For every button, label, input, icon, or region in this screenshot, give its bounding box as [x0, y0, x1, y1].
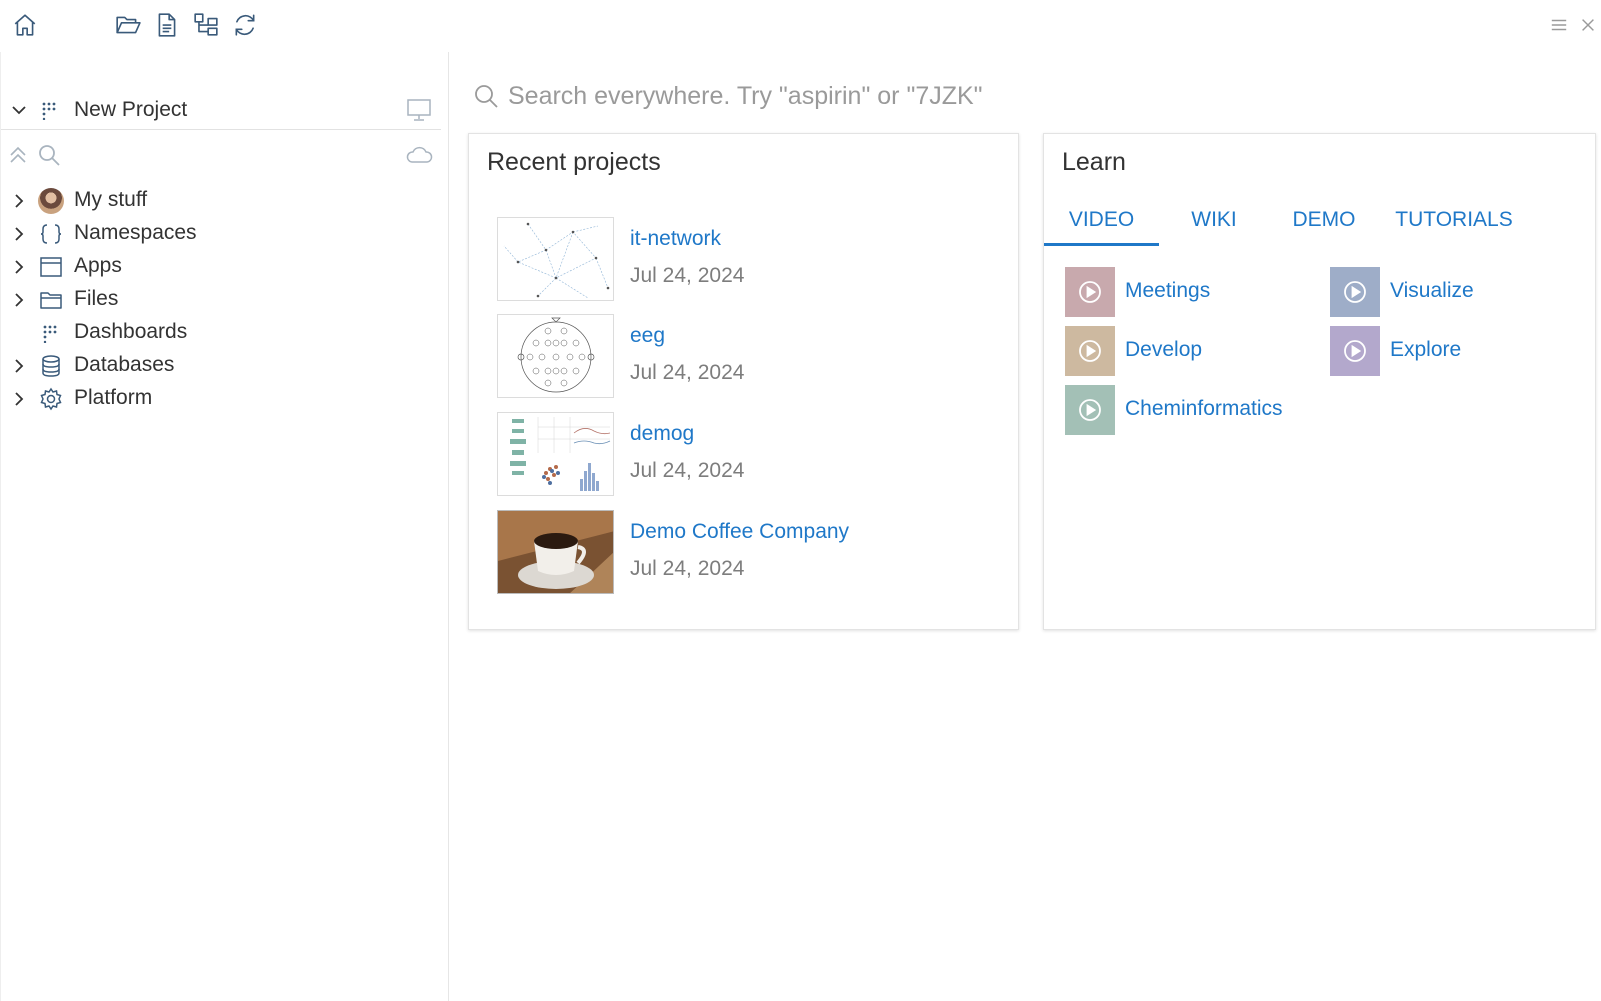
tree-item-databases[interactable]: Databases	[1, 349, 441, 382]
search-input[interactable]	[508, 78, 1168, 114]
video-label[interactable]: Develop	[1125, 338, 1202, 362]
tree-item-label: My stuff	[74, 188, 148, 211]
avatar	[38, 188, 64, 214]
open-folder-icon[interactable]	[113, 10, 143, 40]
chevron-right-icon[interactable]	[9, 257, 29, 277]
tree-structure-icon[interactable]	[191, 10, 221, 40]
video-link-develop[interactable]: Develop	[1065, 326, 1295, 376]
global-search	[472, 78, 1172, 114]
menu-icon[interactable]	[1548, 14, 1570, 36]
dashboard-grid-icon	[42, 102, 56, 120]
cloud-icon[interactable]	[405, 143, 433, 167]
video-label[interactable]: Visualize	[1390, 279, 1474, 303]
chevron-right-icon[interactable]	[9, 224, 29, 244]
tree-item-label: Apps	[74, 254, 122, 277]
chevron-right-icon[interactable]	[9, 356, 29, 376]
project-name-link[interactable]: demog	[630, 422, 694, 446]
learn-tabs: VIDEO WIKI DEMO TUTORIALS	[1044, 198, 1597, 246]
tree-item-label: Databases	[74, 353, 175, 376]
play-icon	[1065, 385, 1115, 435]
database-icon	[38, 353, 64, 379]
tab-wiki[interactable]: WIKI	[1179, 204, 1249, 246]
chevron-down-icon[interactable]	[9, 100, 29, 120]
tree-filter-row	[1, 140, 441, 170]
recent-project-item[interactable]: eeg Jul 24, 2024	[497, 314, 917, 400]
project-name-link[interactable]: eeg	[630, 324, 665, 348]
tab-video[interactable]: VIDEO	[1044, 204, 1159, 246]
project-date: Jul 24, 2024	[630, 459, 745, 482]
tree-item-label: Namespaces	[74, 221, 197, 244]
search-icon	[475, 85, 498, 108]
tab-tutorials[interactable]: TUTORIALS	[1389, 204, 1519, 246]
project-date: Jul 24, 2024	[630, 264, 745, 287]
tab-demo[interactable]: DEMO	[1279, 204, 1369, 246]
tree-item-my-stuff[interactable]: My stuff	[1, 184, 441, 217]
tree-item-platform[interactable]: Platform	[1, 382, 441, 415]
learn-title: Learn	[1062, 148, 1126, 176]
recent-project-item[interactable]: it-network Jul 24, 2024	[497, 217, 917, 303]
video-link-explore[interactable]: Explore	[1330, 326, 1560, 376]
video-label[interactable]: Explore	[1390, 338, 1461, 362]
braces-icon	[38, 221, 64, 247]
document-icon[interactable]	[152, 10, 182, 40]
chevron-right-icon[interactable]	[9, 290, 29, 310]
learn-card: Learn VIDEO WIKI DEMO TUTORIALS Meetings…	[1043, 133, 1596, 630]
play-icon	[1330, 326, 1380, 376]
tree-item-label: Platform	[74, 386, 153, 409]
close-icon[interactable]	[1577, 14, 1599, 36]
video-link-meetings[interactable]: Meetings	[1065, 267, 1295, 317]
tree-item-dashboards[interactable]: Dashboards	[1, 316, 441, 349]
search-icon[interactable]	[37, 143, 61, 167]
play-icon	[1330, 267, 1380, 317]
home-icon[interactable]	[10, 10, 40, 40]
tree-item-label: Files	[74, 287, 119, 310]
navigation-tree: My stuff Namespaces Apps Files Dashboard…	[1, 184, 441, 415]
video-label[interactable]: Meetings	[1125, 279, 1210, 303]
project-thumbnail	[497, 510, 614, 594]
recent-project-item[interactable]: demog Jul 24, 2024	[497, 412, 917, 498]
play-icon	[1065, 267, 1115, 317]
video-label[interactable]: Cheminformatics	[1125, 397, 1283, 421]
collapse-all-icon[interactable]	[7, 144, 29, 166]
dashboard-grid-icon	[38, 320, 64, 346]
tree-item-label: Dashboards	[74, 320, 188, 343]
tree-item-files[interactable]: Files	[1, 283, 441, 316]
play-icon	[1065, 326, 1115, 376]
project-name-link[interactable]: it-network	[630, 227, 721, 251]
project-date: Jul 24, 2024	[630, 557, 745, 580]
recent-projects-card: Recent projects it-network Jul 24, 2024 …	[468, 133, 1019, 630]
folder-icon	[38, 287, 64, 313]
project-thumbnail	[497, 314, 614, 398]
project-thumbnail	[497, 412, 614, 496]
video-link-visualize[interactable]: Visualize	[1330, 267, 1560, 317]
project-name[interactable]: New Project	[74, 98, 187, 122]
project-name-link[interactable]: Demo Coffee Company	[630, 520, 849, 544]
project-thumbnail	[497, 217, 614, 301]
monitor-icon[interactable]	[406, 98, 432, 122]
tree-item-namespaces[interactable]: Namespaces	[1, 217, 441, 250]
project-header[interactable]: New Project	[1, 90, 441, 130]
chevron-right-icon[interactable]	[9, 389, 29, 409]
project-date: Jul 24, 2024	[630, 361, 745, 384]
refresh-icon[interactable]	[230, 10, 260, 40]
tree-item-apps[interactable]: Apps	[1, 250, 441, 283]
chevron-right-icon[interactable]	[9, 191, 29, 211]
gear-icon	[38, 386, 64, 412]
window-icon	[38, 254, 64, 280]
video-link-cheminformatics[interactable]: Cheminformatics	[1065, 385, 1325, 435]
recent-projects-title: Recent projects	[487, 148, 661, 176]
recent-project-item[interactable]: Demo Coffee Company Jul 24, 2024	[497, 510, 917, 596]
top-toolbar	[0, 0, 1601, 52]
sidebar: New Project My stuff Namespaces Apps Fil…	[0, 52, 449, 1001]
